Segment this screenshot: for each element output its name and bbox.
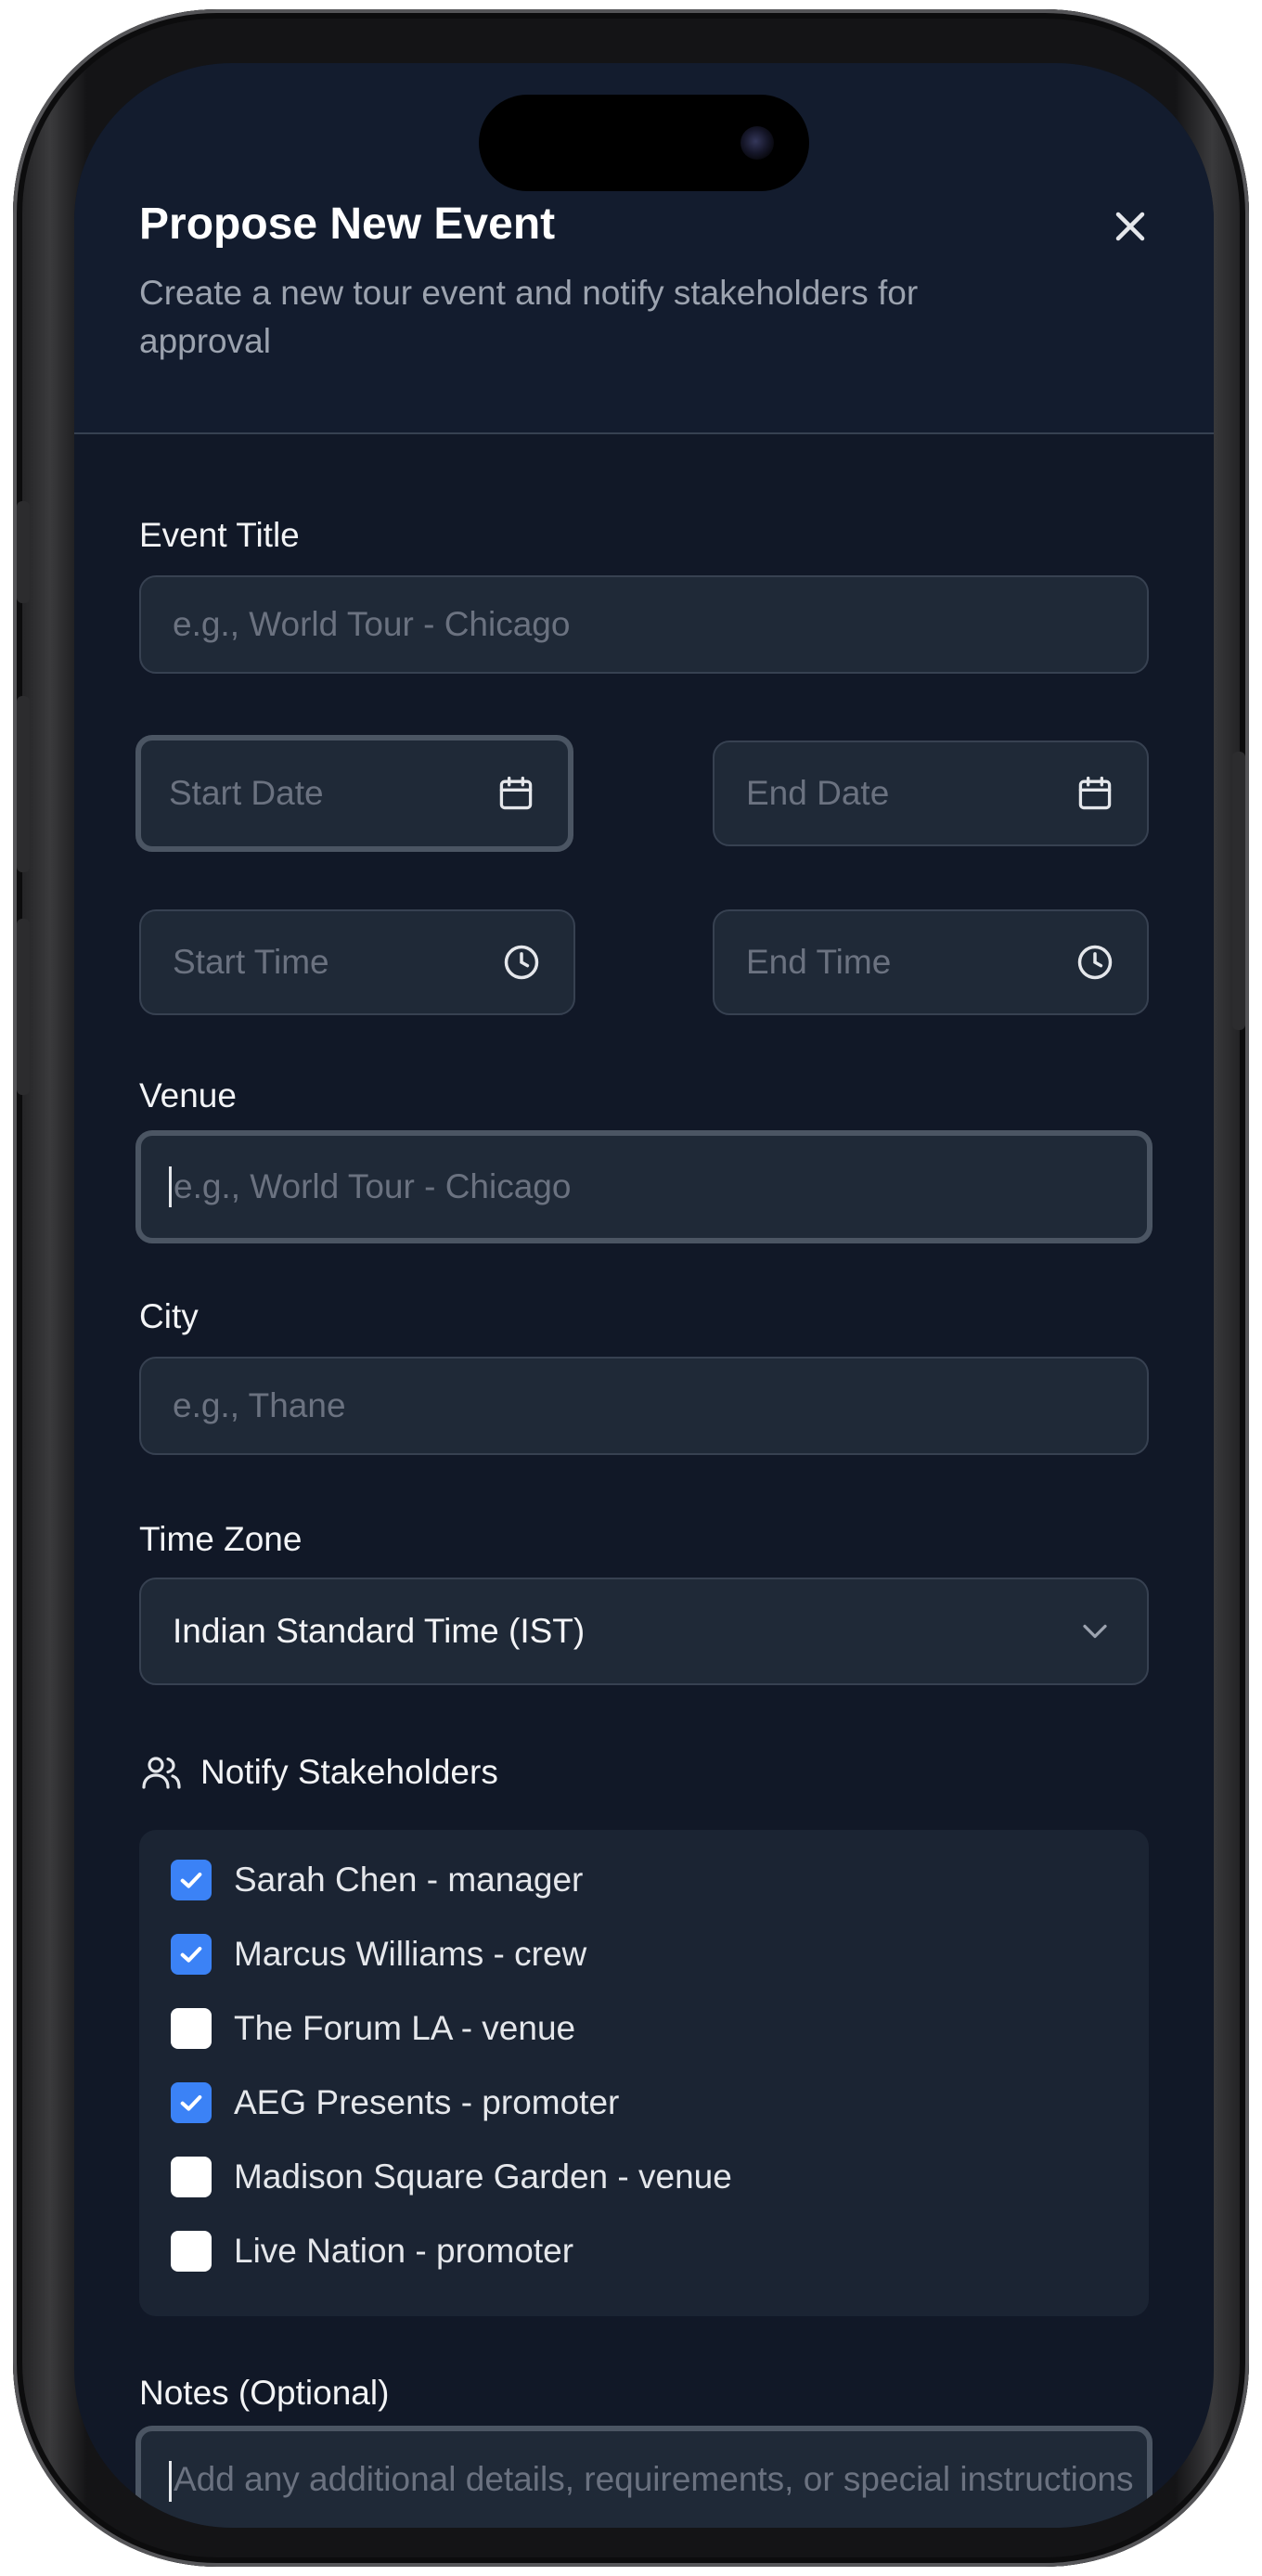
modal-subtitle: Create a new tour event and notify stake…	[139, 274, 919, 360]
action-button	[17, 501, 30, 603]
checkbox-checked[interactable]	[171, 1934, 212, 1975]
start-time-placeholder: Start Time	[173, 943, 329, 981]
volume-down-button	[17, 919, 30, 1095]
close-icon	[1115, 212, 1145, 241]
notes-label: Notes (Optional)	[139, 2374, 390, 2412]
checkbox-unchecked[interactable]	[171, 2008, 212, 2049]
stakeholder-item[interactable]: The Forum LA - venue	[171, 2008, 575, 2049]
stakeholder-item[interactable]: Sarah Chen - manager	[171, 1860, 583, 1900]
calendar-icon[interactable]	[496, 773, 536, 814]
event-title-input[interactable]: e.g., World Tour - Chicago	[139, 575, 1149, 674]
modal-screen: Propose New Event Create a new tour even…	[74, 63, 1214, 2528]
start-time-input[interactable]: Start Time	[139, 909, 575, 1015]
notes-textarea[interactable]: Add any additional details, requirements…	[135, 2426, 1153, 2528]
chevron-down-icon	[1083, 1624, 1107, 1639]
dynamic-island	[479, 95, 809, 191]
check-icon	[180, 2095, 202, 2111]
stakeholders-label: Notify Stakeholders	[200, 1753, 498, 1791]
end-time-input[interactable]: End Time	[713, 909, 1149, 1015]
clock-icon[interactable]	[501, 942, 542, 983]
phone-frame: Propose New Event Create a new tour even…	[13, 9, 1249, 2567]
modal-title: Propose New Event	[139, 200, 556, 249]
venue-placeholder: e.g., World Tour - Chicago	[174, 1167, 572, 1205]
start-date-placeholder: Start Date	[169, 774, 324, 812]
power-button	[1232, 752, 1245, 1030]
close-button[interactable]	[1104, 200, 1156, 252]
volume-up-button	[17, 696, 30, 872]
city-label: City	[139, 1297, 199, 1335]
checkbox-checked[interactable]	[171, 1860, 212, 1900]
stakeholder-label: Marcus Williams - crew	[234, 1935, 587, 1973]
venue-input[interactable]: e.g., World Tour - Chicago	[135, 1130, 1153, 1243]
stakeholder-label: Live Nation - promoter	[234, 2232, 574, 2270]
stakeholder-item[interactable]: Live Nation - promoter	[171, 2231, 573, 2272]
stakeholders-list: Sarah Chen - manager Marcus Williams - c…	[139, 1830, 1149, 2316]
end-date-input[interactable]: End Date	[713, 741, 1149, 846]
clock-icon[interactable]	[1075, 942, 1115, 983]
check-icon	[180, 1873, 202, 1888]
camera-lens	[740, 126, 774, 160]
stakeholder-label: AEG Presents - promoter	[234, 2083, 620, 2121]
check-icon	[180, 1947, 202, 1963]
venue-label: Venue	[139, 1076, 237, 1114]
calendar-icon[interactable]	[1075, 773, 1115, 814]
checkbox-unchecked[interactable]	[171, 2157, 212, 2197]
stakeholder-item[interactable]: Madison Square Garden - venue	[171, 2157, 732, 2197]
city-input[interactable]: e.g., Thane	[139, 1357, 1149, 1455]
notes-placeholder: Add any additional details, requirements…	[174, 2460, 1134, 2498]
time-zone-value: Indian Standard Time (IST)	[173, 1612, 586, 1650]
checkbox-checked[interactable]	[171, 2082, 212, 2123]
city-placeholder: e.g., Thane	[173, 1386, 346, 1424]
start-date-input[interactable]: Start Date	[135, 735, 573, 852]
stakeholder-item[interactable]: Marcus Williams - crew	[171, 1934, 586, 1975]
time-zone-label: Time Zone	[139, 1520, 303, 1558]
time-zone-select[interactable]: Indian Standard Time (IST)	[139, 1578, 1149, 1685]
stakeholder-label: The Forum LA - venue	[234, 2009, 576, 2047]
end-time-placeholder: End Time	[746, 943, 892, 981]
text-caret	[169, 2461, 172, 2503]
users-icon	[142, 1757, 181, 1789]
event-title-label: Event Title	[139, 516, 300, 554]
stakeholder-label: Sarah Chen - manager	[234, 1861, 584, 1899]
end-date-placeholder: End Date	[746, 774, 890, 812]
stakeholders-heading: Notify Stakeholders	[139, 1750, 498, 1795]
text-caret	[169, 1166, 172, 1207]
stakeholder-label: Madison Square Garden - venue	[234, 2157, 732, 2196]
stakeholder-item[interactable]: AEG Presents - promoter	[171, 2082, 619, 2123]
event-title-placeholder: e.g., World Tour - Chicago	[173, 605, 571, 643]
checkbox-unchecked[interactable]	[171, 2231, 212, 2272]
